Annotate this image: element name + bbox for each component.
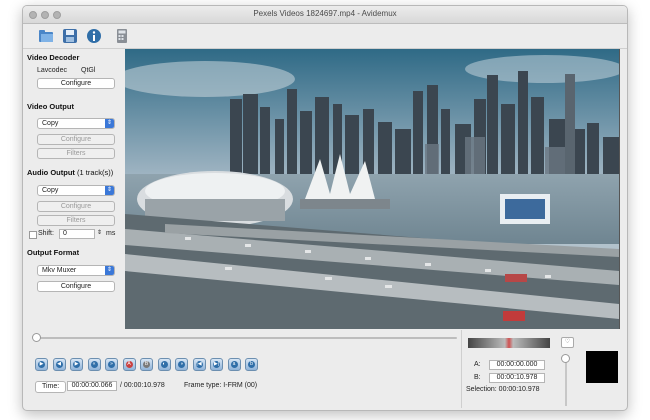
last-frame-icon: ▶| [213, 361, 220, 368]
video-decoder-renderer: QtGl [81, 67, 96, 74]
next-frame-button[interactable]: ▶ [70, 358, 83, 371]
next-black-frame-icon: ◑ [178, 361, 185, 368]
previous-black-frame-icon: ◐ [160, 361, 168, 368]
play-button[interactable]: ▶ [35, 358, 48, 371]
video-preview [125, 49, 620, 329]
video-output-configure-button[interactable]: Configure [37, 134, 115, 145]
save-icon [63, 29, 77, 43]
volume-slider-track [565, 356, 567, 406]
output-format-title: Output Format [27, 248, 80, 257]
shift-input[interactable]: 0 [59, 229, 95, 239]
open-file-button[interactable] [37, 27, 55, 45]
set-marker-a-icon: A [125, 361, 133, 368]
volume-meter [468, 338, 550, 348]
audio-output-tracks: (1 track(s)) [77, 168, 114, 177]
toolbar [23, 24, 627, 49]
output-format-configure-button[interactable]: Configure [37, 281, 115, 292]
goto-marker-a-button[interactable]: a [227, 358, 241, 371]
previous-frame-button[interactable]: ◀ [52, 358, 66, 371]
shift-checkbox[interactable] [29, 231, 37, 239]
output-format-select[interactable]: Mkv Muxer ⇕ [37, 265, 115, 276]
set-marker-b-icon: B [143, 361, 150, 368]
audio-output-title: Audio Output (1 track(s)) [27, 168, 113, 177]
save-file-button[interactable] [61, 27, 79, 45]
chevron-updown-icon: ⇕ [105, 266, 114, 275]
next-black-frame-button[interactable]: ◑ [175, 358, 188, 371]
video-decoder-codec: Lavcodec [37, 67, 67, 74]
volume-slider-handle[interactable] [561, 354, 570, 363]
shift-unit: ms [106, 230, 116, 237]
marker-b-label: B: [474, 374, 481, 381]
window-title: Pexels Videos 1824697.mp4 - Avidemux [253, 9, 397, 18]
audio-output-title-text: Audio Output [27, 168, 75, 177]
avidemux-window: Pexels Videos 1824697.mp4 - Avidemux Vid… [22, 5, 628, 411]
previous-keyframe-icon: « [90, 361, 98, 368]
current-time-field[interactable]: 00:00:00.066 [67, 381, 117, 391]
first-frame-button[interactable]: |◀ [192, 358, 206, 371]
video-output-select[interactable]: Copy ⇕ [37, 118, 115, 129]
marker-b-field[interactable]: 00:00:10.978 [489, 373, 545, 383]
open-icon [39, 30, 53, 42]
play-icon: ▶ [38, 361, 45, 368]
next-keyframe-button[interactable]: » [105, 358, 118, 371]
audio-output-selected: Copy [42, 187, 59, 194]
audio-output-select[interactable]: Copy ⇕ [37, 185, 115, 196]
seek-bar[interactable] [27, 333, 457, 343]
frame-type: Frame type: I-FRM (00) [184, 382, 258, 389]
marker-a-label: A: [474, 361, 481, 368]
goto-marker-b-icon: b [248, 361, 255, 368]
calculator-icon [117, 29, 127, 43]
set-marker-a-button[interactable]: A [122, 358, 136, 371]
video-output-selected: Copy [42, 120, 59, 127]
first-frame-icon: |◀ [195, 361, 203, 368]
audio-preview-black [586, 351, 618, 383]
next-keyframe-icon: » [108, 361, 115, 368]
video-output-title: Video Output [27, 102, 74, 111]
previous-black-frame-button[interactable]: ◐ [157, 358, 171, 371]
goto-marker-b-button[interactable]: b [245, 358, 258, 371]
chevron-updown-icon: ⇕ [105, 186, 114, 195]
info-icon [87, 29, 101, 43]
last-frame-button[interactable]: ▶| [210, 358, 223, 371]
total-time: / 00:00:10.978 [120, 382, 165, 389]
audio-output-configure-button[interactable]: Configure [37, 201, 115, 212]
output-format-selected: Mkv Muxer [42, 267, 77, 274]
selection-duration: Selection: 00:00:10.978 [466, 386, 540, 393]
video-decoder-title: Video Decoder [27, 53, 80, 62]
seek-track [33, 337, 457, 339]
shift-label: Shift: [38, 230, 54, 237]
marker-a-field[interactable]: 00:00:00.000 [489, 360, 545, 370]
audio-output-filters-button[interactable]: Filters [37, 215, 115, 226]
previous-keyframe-button[interactable]: « [87, 358, 101, 371]
time-button[interactable]: Time: [35, 381, 67, 393]
title-bar: Pexels Videos 1824697.mp4 - Avidemux [23, 6, 627, 24]
video-output-filters-button[interactable]: Filters [37, 148, 115, 159]
shift-stepper[interactable]: ⇕ [97, 229, 102, 236]
set-marker-b-button[interactable]: B [140, 358, 153, 371]
info-button[interactable] [85, 27, 103, 45]
settings-sidebar: Video Decoder Lavcodec QtGl Configure Vi… [23, 49, 123, 329]
goto-marker-a-icon: a [230, 361, 238, 368]
calculator-button[interactable] [113, 27, 131, 45]
chevron-updown-icon: ⇕ [105, 119, 114, 128]
next-frame-icon: ▶ [73, 361, 80, 368]
divider [461, 330, 462, 408]
heart-icon[interactable]: ♡ [561, 337, 574, 348]
video-decoder-configure-button[interactable]: Configure [37, 78, 115, 89]
video-frame [125, 49, 619, 329]
previous-frame-icon: ◀ [55, 361, 63, 368]
seek-handle[interactable] [31, 333, 41, 342]
